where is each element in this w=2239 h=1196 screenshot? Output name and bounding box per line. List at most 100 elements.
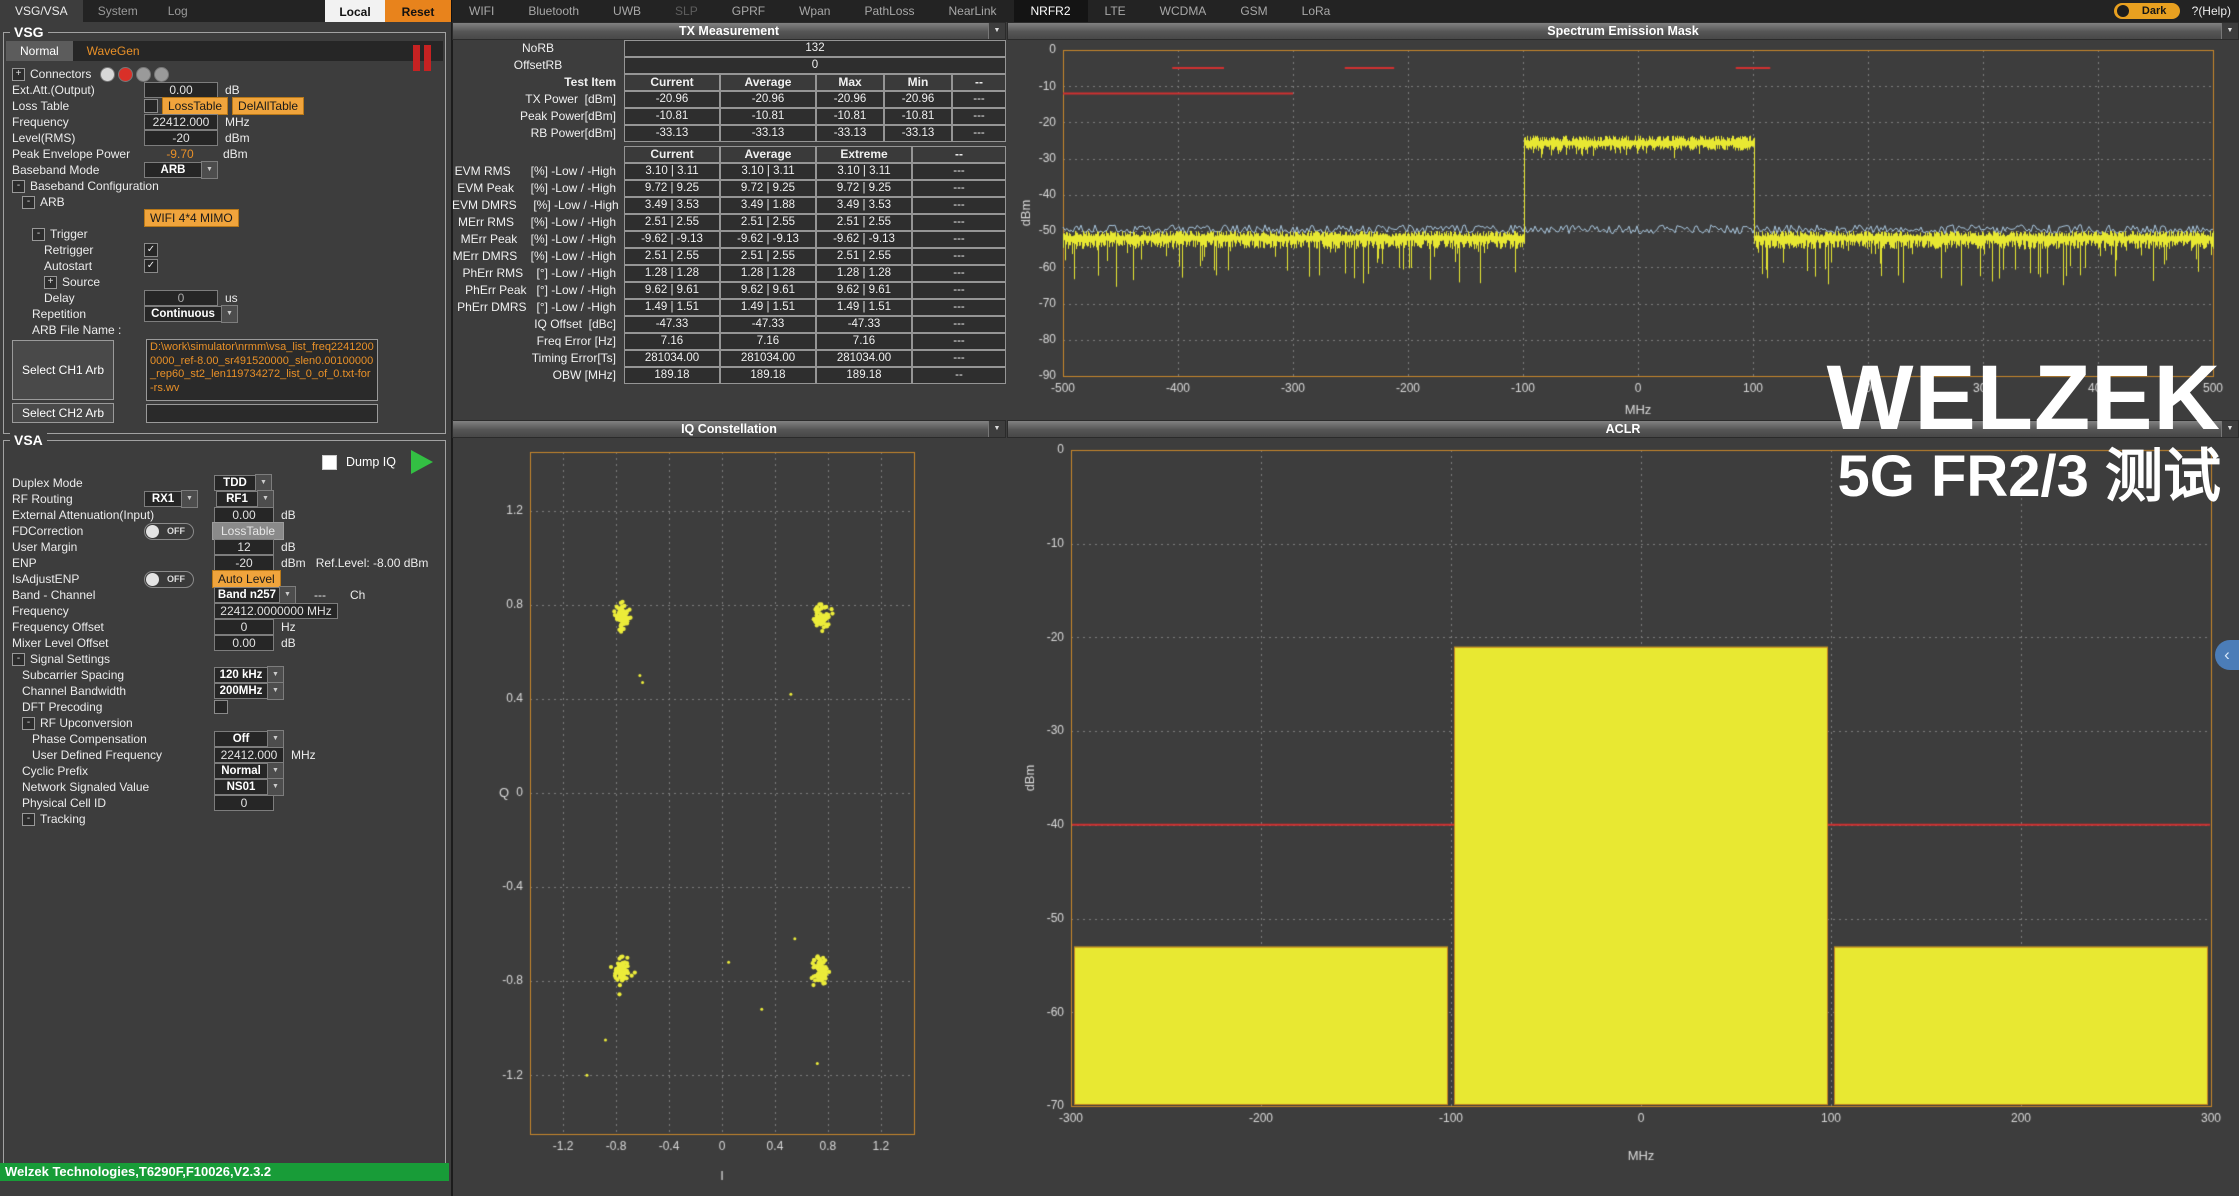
select-ch1-arb-button[interactable]: Select CH1 Arb	[12, 340, 114, 400]
collapse-signal-settings-icon[interactable]: -	[12, 653, 25, 666]
tab-vsg-vsa[interactable]: VSG/VSA	[0, 0, 83, 22]
band-select[interactable]: Band n257	[214, 587, 279, 603]
tab-gprf[interactable]: GPRF	[715, 0, 782, 22]
baseband-mode-select[interactable]: ARB	[144, 162, 201, 178]
select-ch2-arb-button[interactable]: Select CH2 Arb	[12, 403, 114, 423]
tab-uwb[interactable]: UWB	[596, 0, 658, 22]
source-label: Source	[62, 275, 100, 289]
vsg-frequency-label: Frequency	[12, 115, 69, 129]
tab-log[interactable]: Log	[153, 0, 203, 22]
user-defined-frequency-input[interactable]: 22412.000	[214, 747, 284, 763]
duplex-mode-select[interactable]: TDD	[214, 475, 255, 491]
arb-waveform-button[interactable]: WIFI 4*4 MIMO	[144, 209, 239, 227]
chevron-down-icon[interactable]: ▼	[267, 682, 284, 700]
collapse-panel-button[interactable]: ‹	[2215, 640, 2239, 670]
tx-value-cell: ---	[952, 125, 1006, 142]
chevron-down-icon[interactable]: ▼	[279, 586, 296, 604]
collapse-arb-icon[interactable]: -	[22, 196, 35, 209]
is-adjust-enp-toggle[interactable]: OFF	[144, 571, 194, 588]
enp-label: ENP	[12, 556, 37, 570]
user-defined-frequency-label: User Defined Frequency	[32, 748, 162, 762]
tx-header-cell: --	[912, 146, 1006, 163]
collapse-trigger-icon[interactable]: -	[32, 228, 45, 241]
collapse-baseband-config-icon[interactable]: -	[12, 180, 25, 193]
rf-routing-port-select[interactable]: RF1	[216, 491, 257, 507]
cyclic-prefix-select[interactable]: Normal	[214, 763, 267, 779]
panel-dropdown-button[interactable]: ▼	[2221, 421, 2238, 437]
tx-value-cell: -33.13	[720, 125, 816, 142]
user-margin-unit: dB	[281, 540, 296, 554]
network-signaled-value-select[interactable]: NS01	[214, 779, 267, 795]
tx-value-cell: -9.62 | -9.13	[720, 231, 816, 248]
play-icon[interactable]	[411, 450, 433, 474]
vsg-panel: VSG Normal WaveGen +Connectors Ext.Att.(…	[3, 32, 446, 434]
collapse-tracking-icon[interactable]: -	[22, 813, 35, 826]
retrigger-checkbox[interactable]: ✓	[144, 243, 158, 257]
level-rms-input[interactable]: -20	[144, 130, 218, 146]
reset-button[interactable]: Reset	[385, 0, 451, 22]
collapse-rf-upconversion-icon[interactable]: -	[22, 717, 35, 730]
dark-mode-toggle[interactable]: Dark	[2114, 3, 2180, 19]
connector-led-3[interactable]	[136, 67, 151, 82]
tab-lora[interactable]: LoRa	[1285, 0, 1348, 22]
delalltable-button[interactable]: DelAllTable	[232, 97, 304, 115]
ext-att-input-field[interactable]: 0.00	[214, 507, 274, 523]
chevron-down-icon[interactable]: ▼	[267, 778, 284, 796]
tx-value-cell: -33.13	[624, 125, 720, 142]
delay-input[interactable]: 0	[144, 290, 218, 306]
dump-iq-checkbox[interactable]	[322, 455, 337, 470]
phase-compensation-select[interactable]: Off	[214, 731, 267, 747]
tab-wifi[interactable]: WIFI	[452, 0, 511, 22]
expand-source-icon[interactable]: +	[44, 276, 57, 289]
ext-att-output-input[interactable]: 0.00	[144, 82, 218, 98]
vsa-frequency-input[interactable]: 22412.0000000 MHz	[214, 603, 338, 619]
panel-dropdown-button[interactable]: ▼	[2221, 23, 2238, 39]
mixer-level-offset-input[interactable]: 0.00	[214, 635, 274, 651]
tx-header-cell: Test Item	[452, 74, 624, 91]
help-button[interactable]: ?(Help)	[2192, 4, 2231, 18]
tab-normal[interactable]: Normal	[6, 41, 73, 61]
tx-value-cell: 2.51 | 2.55	[816, 248, 912, 265]
vsa-losstable-button[interactable]: LossTable	[212, 522, 284, 540]
panel-dropdown-button[interactable]: ▼	[988, 23, 1005, 39]
vsg-frequency-input[interactable]: 22412.000	[144, 114, 218, 130]
chevron-down-icon[interactable]: ▼	[267, 730, 284, 748]
connector-led-2[interactable]	[118, 67, 133, 82]
tx-row-label: OBW [MHz]	[452, 367, 624, 384]
baseband-config-label: Baseband Configuration	[30, 179, 159, 193]
chevron-down-icon[interactable]: ▼	[181, 490, 198, 508]
tab-pathloss[interactable]: PathLoss	[847, 0, 931, 22]
tab-wavegen[interactable]: WaveGen	[73, 41, 154, 61]
tab-nearlink[interactable]: NearLink	[931, 0, 1013, 22]
tab-wcdma[interactable]: WCDMA	[1143, 0, 1224, 22]
subcarrier-spacing-select[interactable]: 120 kHz	[214, 667, 267, 683]
tab-bluetooth[interactable]: Bluetooth	[511, 0, 596, 22]
chevron-down-icon[interactable]: ▼	[221, 305, 238, 323]
expand-connectors-icon[interactable]: +	[12, 68, 25, 81]
chevron-down-icon[interactable]: ▼	[201, 161, 218, 179]
losstable-button[interactable]: LossTable	[162, 97, 228, 115]
repetition-select[interactable]: Continuous	[144, 306, 221, 322]
physical-cell-id-input[interactable]: 0	[214, 795, 274, 811]
tab-gsm[interactable]: GSM	[1223, 0, 1284, 22]
connector-led-1[interactable]	[100, 67, 115, 82]
fdcorrection-toggle[interactable]: OFF	[144, 523, 194, 540]
channel-bandwidth-select[interactable]: 200MHz	[214, 683, 267, 699]
frequency-offset-input[interactable]: 0	[214, 619, 274, 635]
tab-wpan[interactable]: Wpan	[782, 0, 847, 22]
loss-table-checkbox[interactable]	[144, 99, 158, 113]
local-button[interactable]: Local	[325, 0, 385, 22]
tab-system[interactable]: System	[83, 0, 153, 22]
tab-slp[interactable]: SLP	[658, 0, 715, 22]
user-margin-input[interactable]: 12	[214, 539, 274, 555]
rf-routing-rx-select[interactable]: RX1	[144, 491, 181, 507]
tab-nrfr2[interactable]: NRFR2	[1014, 0, 1088, 22]
user-margin-label: User Margin	[12, 540, 77, 554]
autostart-checkbox[interactable]: ✓	[144, 259, 158, 273]
dft-precoding-checkbox[interactable]	[214, 700, 228, 714]
connector-led-4[interactable]	[154, 67, 169, 82]
tab-lte[interactable]: LTE	[1088, 0, 1143, 22]
enp-input[interactable]: -20	[214, 555, 274, 571]
panel-dropdown-button[interactable]: ▼	[988, 421, 1005, 437]
chevron-down-icon[interactable]: ▼	[257, 490, 274, 508]
